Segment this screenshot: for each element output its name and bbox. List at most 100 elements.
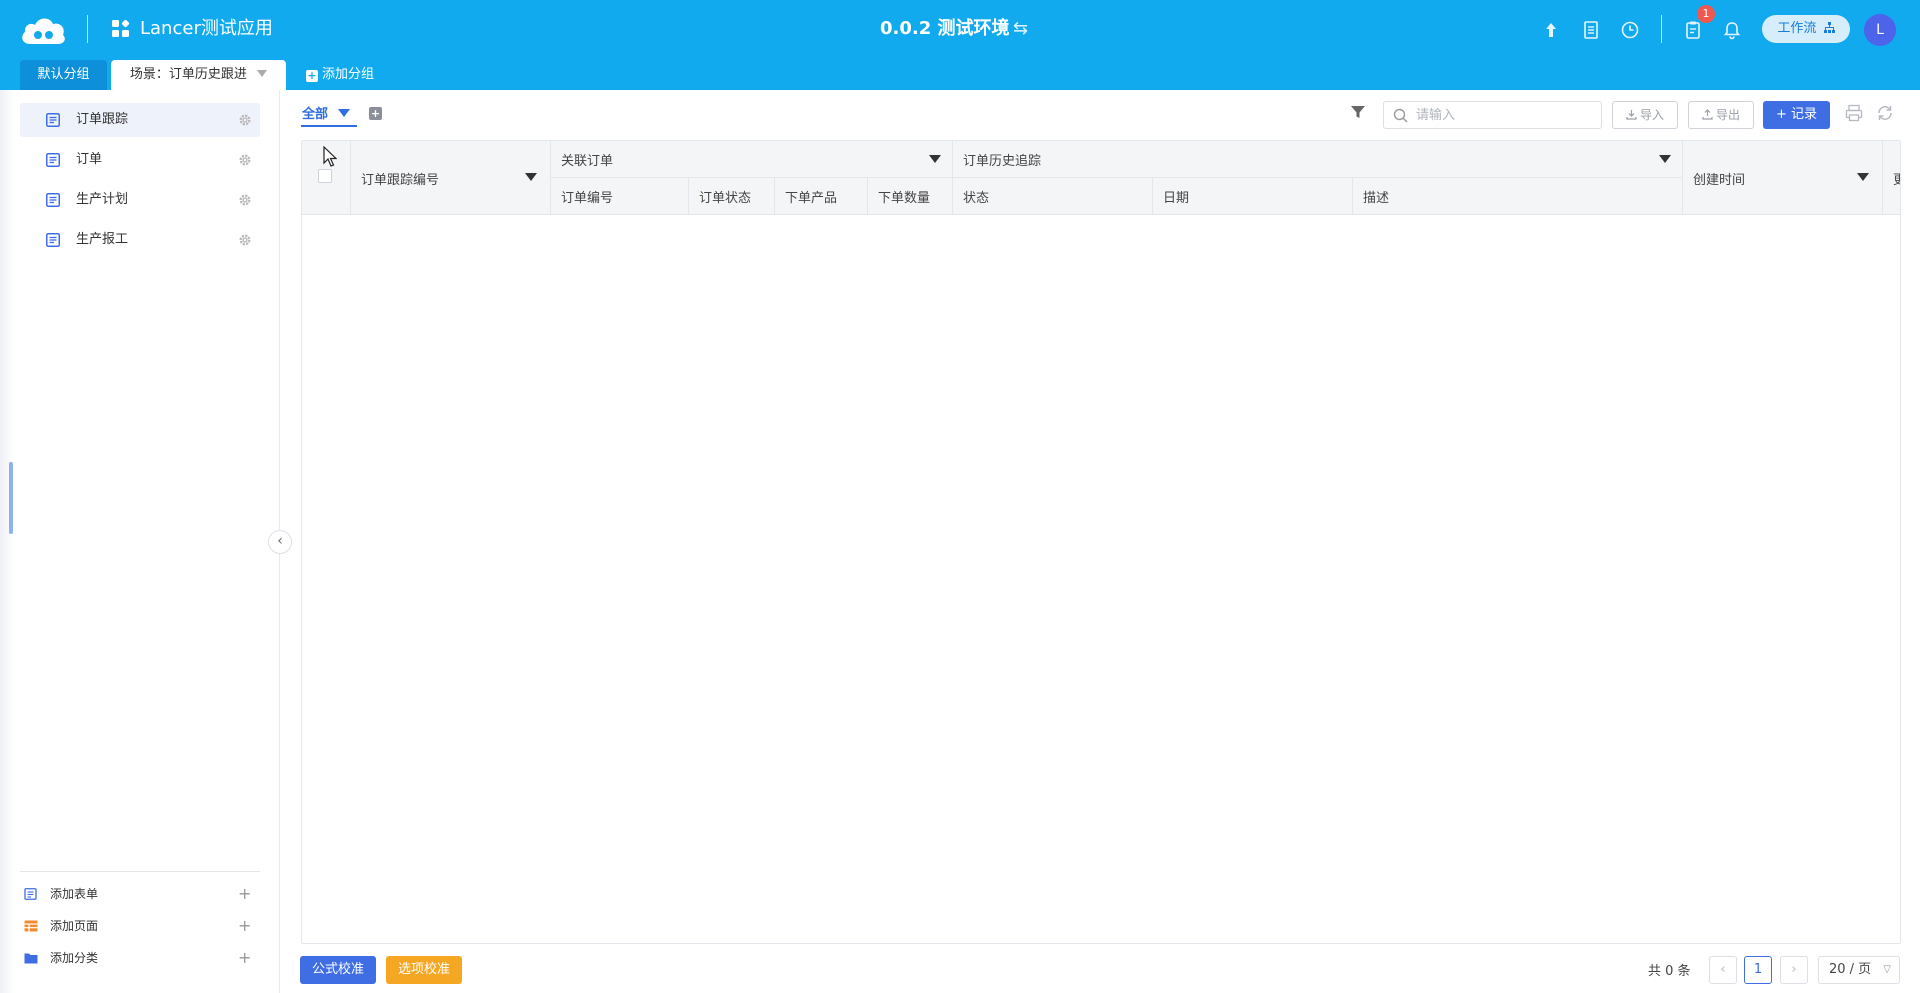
- add-category-button[interactable]: 添加分类 +: [24, 946, 256, 970]
- add-form-button[interactable]: 添加表单 +: [24, 882, 256, 906]
- app-grid-icon: [112, 20, 130, 37]
- sidebar-item-label: 订单跟踪: [76, 112, 129, 127]
- header-label: 日期: [1163, 191, 1190, 206]
- import-label: 导入: [1639, 108, 1664, 122]
- workflow-button[interactable]: 工作流: [1762, 15, 1850, 43]
- header-label: 创建时间: [1693, 173, 1746, 188]
- sidebar-divider: [20, 871, 260, 872]
- table-header-order-qty[interactable]: 下单数量: [868, 178, 953, 215]
- page-size-select[interactable]: 20 / 页 ▽: [1818, 956, 1900, 984]
- table-header-clipped[interactable]: 更: [1883, 141, 1900, 215]
- group-tab-scenario[interactable]: 场景：订单历史跟进: [111, 60, 286, 90]
- formula-check-button[interactable]: 公式校准: [300, 956, 376, 984]
- caret-down-icon[interactable]: [257, 70, 268, 77]
- task-clipboard-icon[interactable]: [1683, 20, 1703, 40]
- plus-square-icon: +: [306, 69, 318, 82]
- header-label: 订单历史追踪: [963, 154, 1042, 169]
- plus-icon[interactable]: +: [238, 914, 251, 938]
- import-button[interactable]: 导入: [1612, 101, 1678, 129]
- search-input[interactable]: [1416, 105, 1596, 125]
- bell-icon[interactable]: [1722, 20, 1742, 40]
- view-tab-all[interactable]: 全部: [302, 103, 350, 127]
- add-form-label: 添加表单: [50, 887, 99, 901]
- history-clock-icon[interactable]: [1620, 20, 1640, 40]
- caret-down-icon[interactable]: [1857, 173, 1869, 181]
- next-page-chevron-right-icon[interactable]: ›: [1780, 956, 1808, 984]
- form-icon: [24, 888, 37, 900]
- export-button[interactable]: 导出: [1688, 101, 1754, 129]
- top-header: Lancer测试应用 0.0.2 测试环境 ⇆ 1 工作流 L 默认分组 场景：…: [0, 0, 1920, 90]
- plus-icon[interactable]: +: [238, 882, 251, 906]
- notification-count-badge: 1: [1697, 5, 1715, 23]
- view-tab-underline: [301, 125, 357, 127]
- add-page-button[interactable]: 添加页面 +: [24, 914, 256, 938]
- header-label: 描述: [1363, 191, 1390, 206]
- table-header-order-status[interactable]: 订单状态: [689, 178, 775, 215]
- header-label: 下单产品: [785, 191, 838, 206]
- table-header-status[interactable]: 状态: [953, 178, 1153, 215]
- total-count: 共 0 条: [1648, 964, 1691, 979]
- caret-down-icon[interactable]: [337, 109, 350, 117]
- sidebar-item-label: 订单: [76, 152, 103, 167]
- sidebar-item-order[interactable]: 订单: [20, 143, 260, 177]
- table-header-created-time[interactable]: 创建时间: [1683, 141, 1883, 215]
- switch-environment-icon[interactable]: ⇆: [1013, 18, 1028, 40]
- group-tab-default[interactable]: 默认分组: [20, 60, 107, 90]
- table-header-date[interactable]: 日期: [1153, 178, 1353, 215]
- publish-arrow-up-icon[interactable]: [1541, 20, 1561, 40]
- sidebar-item-label: 生产报工: [76, 232, 129, 247]
- prev-page-chevron-left-icon[interactable]: ‹: [1709, 956, 1737, 984]
- workflow-label: 工作流: [1777, 21, 1817, 36]
- add-page-label: 添加页面: [50, 919, 99, 933]
- add-view-plus-icon[interactable]: +: [369, 107, 382, 120]
- sidebar-item-order-tracking[interactable]: 订单跟踪: [20, 103, 260, 137]
- sidebar-item-production-report[interactable]: 生产报工: [20, 223, 260, 257]
- gear-icon[interactable]: [238, 153, 252, 167]
- sidebar-shadow: [0, 90, 14, 993]
- collapse-sidebar-chevron-left-icon[interactable]: ‹: [268, 530, 292, 554]
- table-header-group-history[interactable]: 订单历史追踪: [953, 141, 1683, 178]
- header-label: 订单状态: [699, 191, 752, 206]
- caret-down-icon[interactable]: [525, 173, 537, 181]
- download-icon: [1626, 110, 1637, 120]
- print-icon[interactable]: [1845, 104, 1863, 122]
- header-label: 状态: [963, 191, 990, 206]
- form-icon: [46, 153, 60, 167]
- group-tab-scenario-label: 场景：订单历史跟进: [129, 67, 247, 82]
- page-size-label: 20 / 页: [1829, 962, 1872, 977]
- table-header-group-related-order[interactable]: 关联订单: [551, 141, 953, 178]
- folder-icon: [24, 953, 38, 964]
- app-title[interactable]: Lancer测试应用: [140, 17, 273, 41]
- document-icon[interactable]: [1581, 20, 1601, 40]
- add-group-button[interactable]: + 添加分组: [306, 60, 374, 90]
- plus-icon[interactable]: +: [238, 946, 251, 970]
- export-label: 导出: [1715, 108, 1740, 122]
- page-number-current[interactable]: 1: [1744, 956, 1772, 984]
- header-label: 订单编号: [561, 191, 614, 206]
- upload-icon: [1702, 109, 1713, 120]
- user-avatar[interactable]: L: [1864, 14, 1896, 46]
- header-row: Lancer测试应用 0.0.2 测试环境 ⇆ 1 工作流 L: [0, 0, 1920, 58]
- table-header-order-product[interactable]: 下单产品: [775, 178, 868, 215]
- gear-icon[interactable]: [238, 233, 252, 247]
- table-header-tracking-no[interactable]: 订单跟踪编号: [351, 141, 551, 215]
- caret-down-icon[interactable]: [929, 155, 941, 163]
- header-label: 关联订单: [561, 154, 614, 169]
- sidebar-scrollbar-thumb[interactable]: [9, 462, 13, 534]
- refresh-icon[interactable]: [1876, 104, 1894, 122]
- table-header-description[interactable]: 描述: [1353, 178, 1683, 215]
- caret-down-icon[interactable]: [1659, 155, 1671, 163]
- option-check-button[interactable]: 选项校准: [386, 956, 462, 984]
- select-all-checkbox[interactable]: [318, 169, 332, 183]
- gear-icon[interactable]: [238, 113, 252, 127]
- form-icon: [46, 193, 60, 207]
- filter-icon[interactable]: [1350, 104, 1366, 120]
- gear-icon[interactable]: [238, 193, 252, 207]
- search-box[interactable]: [1383, 101, 1602, 129]
- add-category-label: 添加分类: [50, 951, 99, 965]
- add-record-button[interactable]: + 记录: [1763, 101, 1830, 129]
- search-icon: [1393, 108, 1408, 123]
- sidebar-item-production-plan[interactable]: 生产计划: [20, 183, 260, 217]
- cloud-logo-icon[interactable]: [18, 14, 68, 46]
- table-header-order-no[interactable]: 订单编号: [551, 178, 689, 215]
